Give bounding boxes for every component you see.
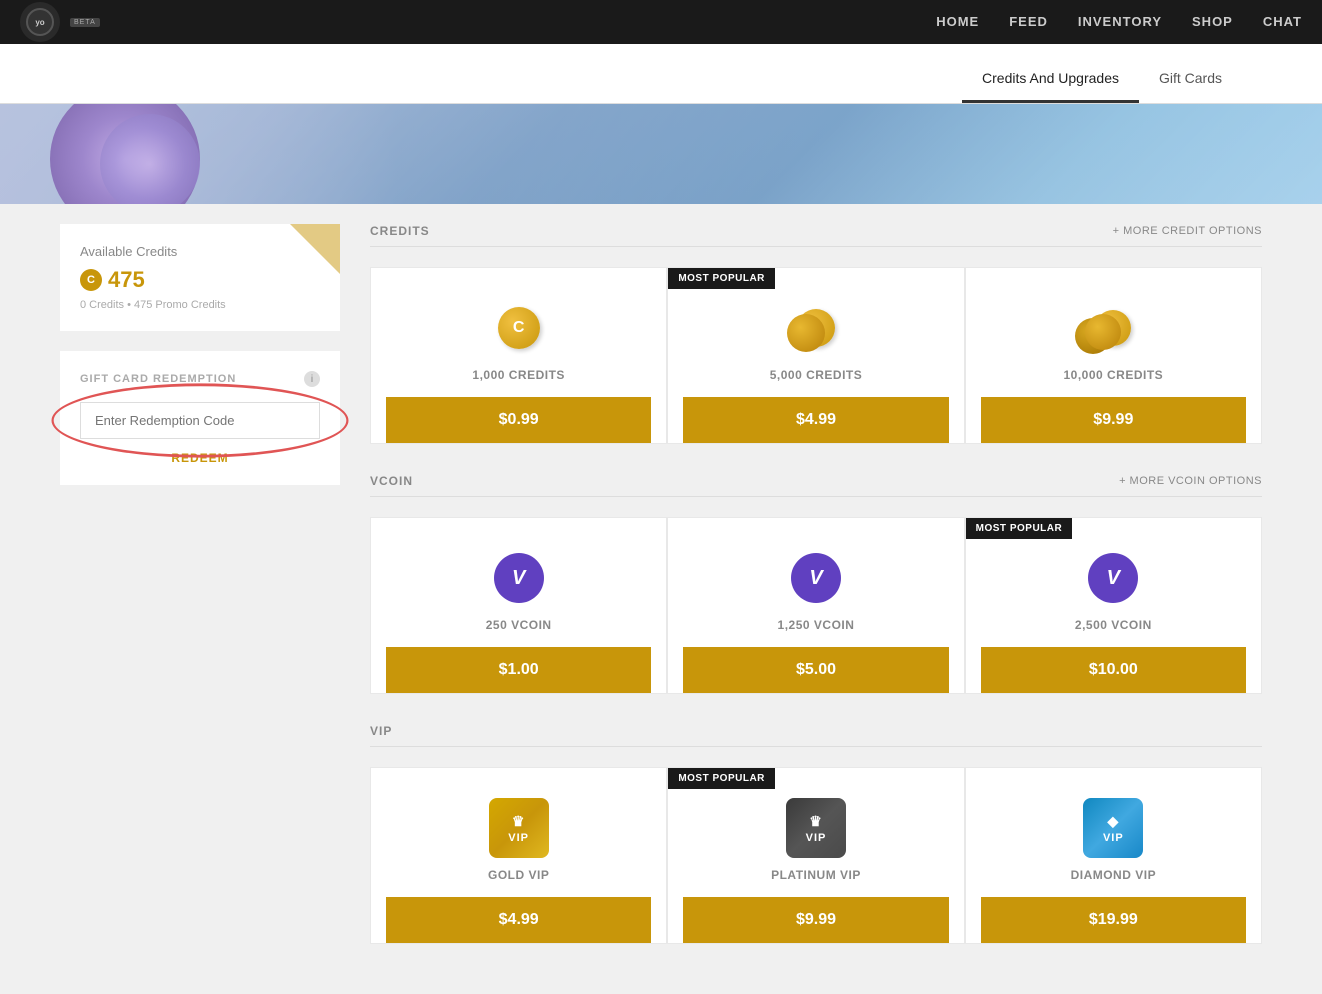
card-250-vcoin-label: 250 VCOIN [486,618,552,647]
credits-title: Available Credits [80,244,320,259]
vcoin-icon-1250: V [786,548,846,608]
buy-gold-vip-btn[interactable]: $4.99 [386,897,651,943]
left-panel: Available Credits C 475 0 Credits • 475 … [60,224,340,974]
buy-10000-credits-btn[interactable]: $9.99 [981,397,1246,443]
logo-inner: yo [26,8,54,36]
card-gold-vip: ♛ VIP GOLD VIP $4.99 [370,767,667,944]
credits-icon-md: C [786,298,846,358]
credits-breakdown: 0 Credits • 475 Promo Credits [80,299,320,311]
nav-feed[interactable]: FEED [1009,14,1048,29]
gold-vip-icon: ♛ VIP [489,798,549,858]
most-popular-badge-vcoin: MOST POPULAR [966,518,1073,539]
tab-credits-upgrades[interactable]: Credits And Upgrades [962,56,1139,103]
buy-diamond-vip-btn[interactable]: $19.99 [981,897,1246,943]
nav-links: HOME FEED INVENTORY SHOP CHAT [936,13,1302,31]
card-1250-vcoin-label: 1,250 VCOIN [778,618,855,647]
gift-card-header: GIFT CARD REDEMPTION i [80,371,320,387]
card-diamond-vip: ◆ VIP DIAMOND VIP $19.99 [965,767,1262,944]
card-1000-credits: C 1,000 CREDITS $0.99 [370,267,667,444]
card-5000-label: 5,000 CREDITS [770,368,863,397]
beta-label: BETA [70,18,100,27]
card-1000-label: 1,000 CREDITS [472,368,565,397]
credits-icon-lg: C [1083,298,1143,358]
card-10000-credits: C 10,000 CREDITS $9.99 [965,267,1262,444]
vcoin-section-header: VCOIN + MORE VCOIN OPTIONS [370,474,1262,497]
nav-home[interactable]: HOME [936,14,979,29]
logo[interactable]: yo [20,2,60,42]
gift-card-info-icon[interactable]: i [304,371,320,387]
vcoin-cards-grid: V 250 VCOIN $1.00 V 1,250 VCOIN $5.00 [370,517,1262,694]
card-gold-vip-label: GOLD VIP [488,868,549,897]
navbar: yo BETA HOME FEED INVENTORY SHOP CHAT [0,0,1322,44]
main-content: Available Credits C 475 0 Credits • 475 … [0,204,1322,994]
vcoin-section-title: VCOIN [370,474,413,488]
vcoin-icon-2500: V [1083,548,1143,608]
buy-5000-credits-btn[interactable]: $4.99 [683,397,948,443]
platinum-vip-icon: ♛ VIP [786,798,846,858]
redemption-wrapper [80,402,320,439]
card-platinum-vip: MOST POPULAR ♛ VIP PLATINUM VIP $9.99 [667,767,964,944]
vip-section: VIP ♛ VIP GOLD VIP $4.99 MOST POP [370,724,1262,944]
buy-250-vcoin-btn[interactable]: $1.00 [386,647,651,693]
credits-amount: C 475 [80,267,320,293]
redemption-code-input[interactable] [80,402,320,439]
card-2500-vcoin-label: 2,500 VCOIN [1075,618,1152,647]
credits-box: Available Credits C 475 0 Credits • 475 … [60,224,340,331]
vcoin-section: VCOIN + MORE VCOIN OPTIONS V 250 VCOIN $… [370,474,1262,694]
redeem-button[interactable]: REDEEM [80,451,320,465]
card-diamond-vip-label: DIAMOND VIP [1071,868,1157,897]
credits-number: 475 [108,267,145,293]
buy-platinum-vip-btn[interactable]: $9.99 [683,897,948,943]
card-5000-credits: MOST POPULAR C 5,000 CREDITS $4.99 [667,267,964,444]
card-1250-vcoin: V 1,250 VCOIN $5.00 [667,517,964,694]
vip-cards-grid: ♛ VIP GOLD VIP $4.99 MOST POPULAR ♛ VIP [370,767,1262,944]
logo-text: yo [35,18,44,27]
credits-coin-icon: C [80,269,102,291]
credits-section-title: CREDITS [370,224,430,238]
credits-more-link[interactable]: + MORE CREDIT OPTIONS [1113,225,1262,237]
buy-1000-credits-btn[interactable]: $0.99 [386,397,651,443]
vcoin-icon-250: V [489,548,549,608]
card-platinum-vip-label: PLATINUM VIP [771,868,861,897]
gift-card-title: GIFT CARD REDEMPTION [80,373,236,385]
credits-icon-sm: C [489,298,549,358]
tab-gift-cards[interactable]: Gift Cards [1139,56,1242,103]
buy-1250-vcoin-btn[interactable]: $5.00 [683,647,948,693]
hero-banner [0,104,1322,204]
most-popular-badge-credits: MOST POPULAR [668,268,775,289]
credits-section-header: CREDITS + MORE CREDIT OPTIONS [370,224,1262,247]
vip-section-header: VIP [370,724,1262,747]
vcoin-more-link[interactable]: + MORE VCOIN OPTIONS [1119,475,1262,487]
diamond-vip-icon: ◆ VIP [1083,798,1143,858]
sub-navbar: Credits And Upgrades Gift Cards [0,44,1322,104]
hero-circle-2 [100,114,200,204]
credits-section: CREDITS + MORE CREDIT OPTIONS C 1,000 CR… [370,224,1262,444]
nav-inventory[interactable]: INVENTORY [1078,14,1162,29]
right-panel: CREDITS + MORE CREDIT OPTIONS C 1,000 CR… [370,224,1262,974]
buy-2500-vcoin-btn[interactable]: $10.00 [981,647,1246,693]
card-10000-label: 10,000 CREDITS [1063,368,1163,397]
credits-corner [290,224,340,274]
credits-cards-grid: C 1,000 CREDITS $0.99 MOST POPULAR C [370,267,1262,444]
card-2500-vcoin: MOST POPULAR V 2,500 VCOIN $10.00 [965,517,1262,694]
nav-chat[interactable]: CHAT [1263,14,1302,29]
vip-section-title: VIP [370,724,392,738]
most-popular-badge-vip: MOST POPULAR [668,768,775,789]
card-250-vcoin: V 250 VCOIN $1.00 [370,517,667,694]
nav-shop[interactable]: SHOP [1192,14,1233,29]
gift-card-section: GIFT CARD REDEMPTION i REDEEM [60,351,340,485]
